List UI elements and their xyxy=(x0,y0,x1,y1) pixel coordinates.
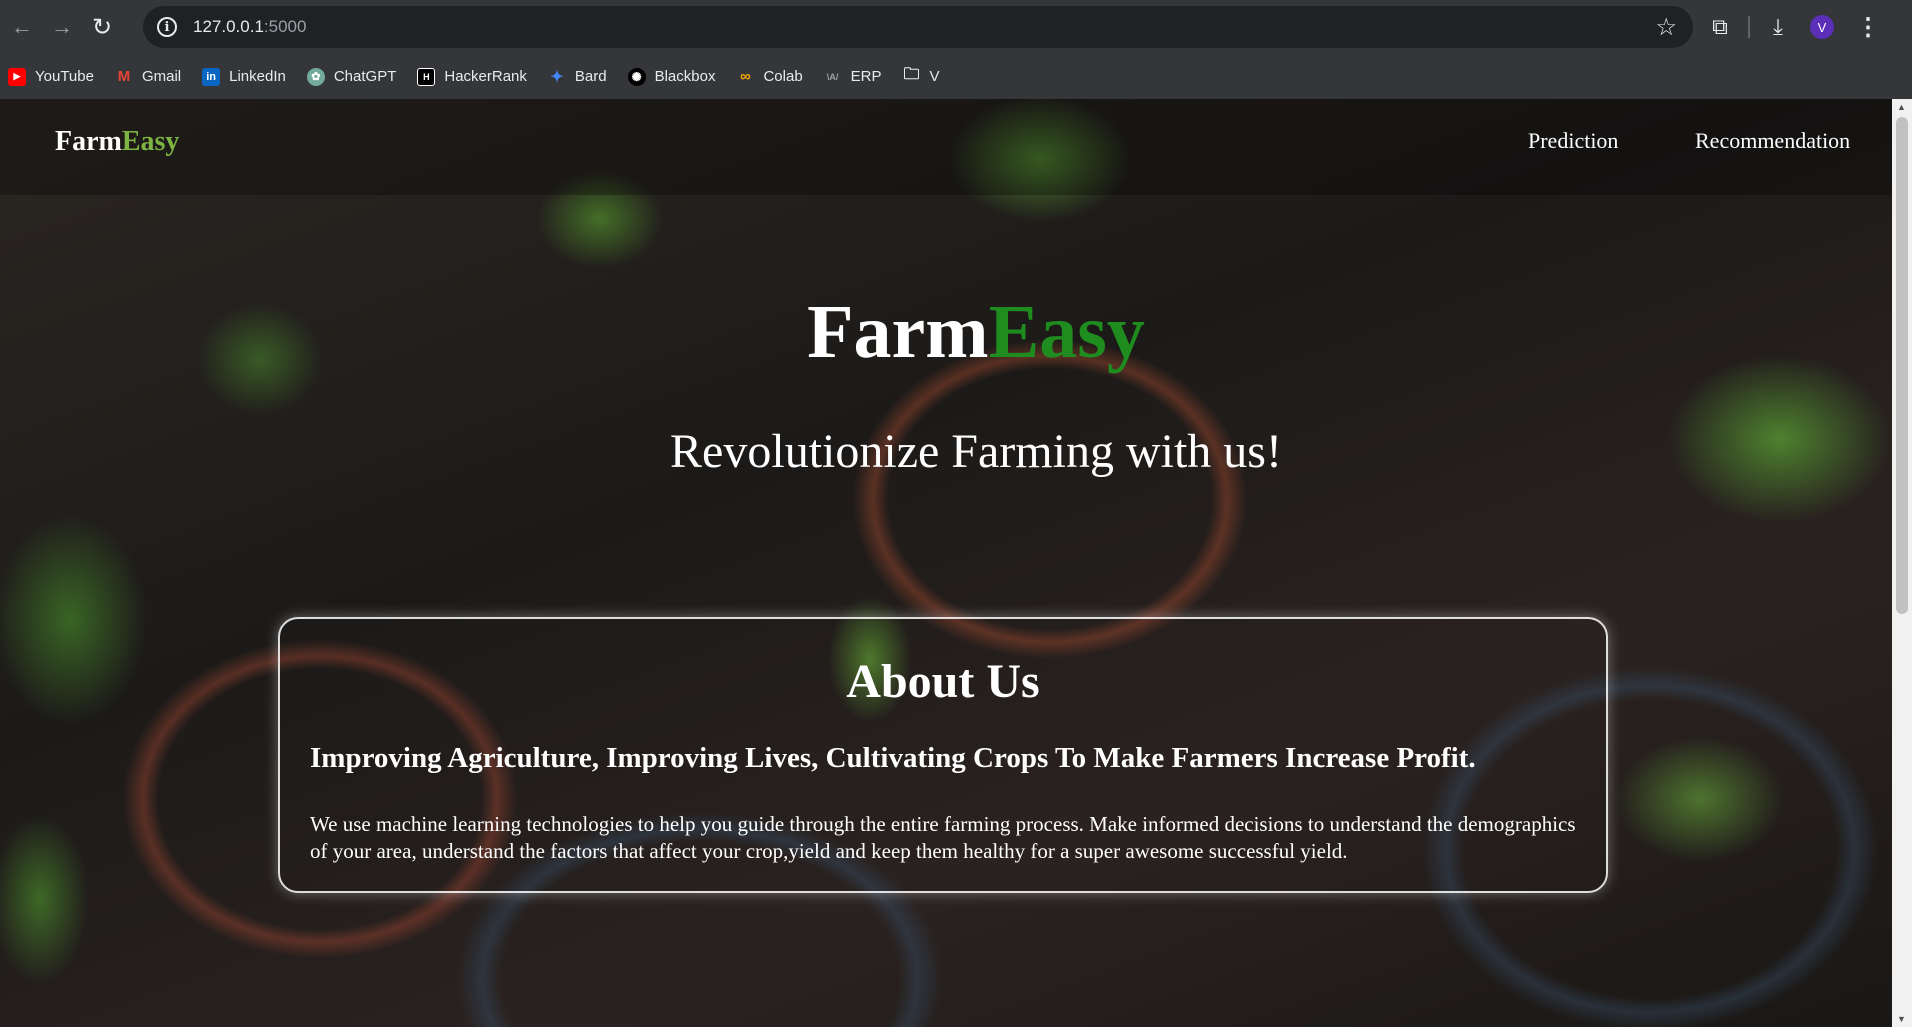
folder-icon: 🗀 xyxy=(903,66,920,83)
bookmark-folder-v[interactable]: 🗀 V xyxy=(903,66,940,86)
site-header: FarmEasy Prediction Recommendation xyxy=(0,99,1892,195)
bookmark-erp[interactable]: \A/ ERP xyxy=(824,68,882,86)
gmail-icon: M xyxy=(117,68,131,85)
nav-prediction-link[interactable]: Prediction xyxy=(1528,128,1618,154)
extensions-icon[interactable]: ⧉ xyxy=(1700,14,1740,40)
bookmark-bard[interactable]: ✦ Bard xyxy=(548,68,606,86)
bookmark-star-icon[interactable]: ☆ xyxy=(1655,13,1677,42)
bookmark-youtube[interactable]: ▶ YouTube xyxy=(8,67,94,86)
url-text[interactable]: 127.0.0.1:5000 xyxy=(193,17,306,37)
page-scrollbar[interactable]: ▲ ▼ xyxy=(1892,99,1912,1027)
bookmark-linkedin[interactable]: in LinkedIn xyxy=(202,67,286,86)
hackerrank-icon: H xyxy=(417,67,436,86)
download-icon[interactable]: ⤓ xyxy=(1758,14,1798,40)
bard-icon: ✦ xyxy=(550,68,564,86)
site-info-icon[interactable]: i xyxy=(157,17,177,37)
about-title: About Us xyxy=(846,655,1040,708)
menu-kebab-icon[interactable]: ⋮ xyxy=(1856,13,1880,42)
address-bar[interactable]: i 127.0.0.1:5000 ☆ xyxy=(143,6,1693,48)
bookmarks-bar: ▶ YouTube M Gmail in LinkedIn ✿ ChatGPT … xyxy=(0,54,1912,99)
page-viewport: FarmEasy Prediction Recommendation FarmE… xyxy=(0,99,1892,1027)
about-heading: Improving Agriculture, Improving Lives, … xyxy=(310,742,1476,774)
bookmark-gmail[interactable]: M Gmail xyxy=(115,68,181,86)
scroll-thumb[interactable] xyxy=(1896,117,1908,614)
hero-subtitle: Revolutionize Farming with us! xyxy=(670,425,1282,478)
about-text: We use machine learning technologies to … xyxy=(310,812,1576,863)
bookmark-chatgpt[interactable]: ✿ ChatGPT xyxy=(306,67,396,86)
scroll-up-arrow-icon[interactable]: ▲ xyxy=(1897,102,1906,112)
forward-arrow-icon[interactable]: → xyxy=(44,9,80,45)
bookmark-blackbox[interactable]: ✺ Blackbox xyxy=(627,67,715,86)
colab-icon: ∞ xyxy=(740,68,751,85)
profile-avatar[interactable]: V xyxy=(1810,15,1834,39)
browser-toolbar: ← → ↻ i 127.0.0.1:5000 ☆ ⧉ ⤓ V ⋮ xyxy=(0,0,1912,54)
reload-icon[interactable]: ↻ xyxy=(84,9,120,45)
toolbar-right: ⧉ ⤓ V ⋮ xyxy=(1700,0,1880,54)
site-logo[interactable]: FarmEasy xyxy=(55,126,179,158)
back-arrow-icon[interactable]: ← xyxy=(4,9,40,45)
bookmark-hackerrank[interactable]: H HackerRank xyxy=(417,67,527,86)
scroll-down-arrow-icon[interactable]: ▼ xyxy=(1897,1014,1906,1024)
youtube-icon: ▶ xyxy=(8,67,26,86)
erp-icon: \A/ xyxy=(826,71,839,82)
bookmark-colab[interactable]: ∞ Colab xyxy=(736,68,803,86)
hero-title: FarmEasy xyxy=(807,290,1145,374)
nav-recommendation-link[interactable]: Recommendation xyxy=(1695,128,1850,154)
blackbox-icon: ✺ xyxy=(627,67,646,86)
about-us-card: About Us Improving Agriculture, Improvin… xyxy=(278,617,1608,893)
chatgpt-icon: ✿ xyxy=(306,67,325,86)
toolbar-divider xyxy=(1748,16,1750,38)
linkedin-icon: in xyxy=(202,67,221,86)
